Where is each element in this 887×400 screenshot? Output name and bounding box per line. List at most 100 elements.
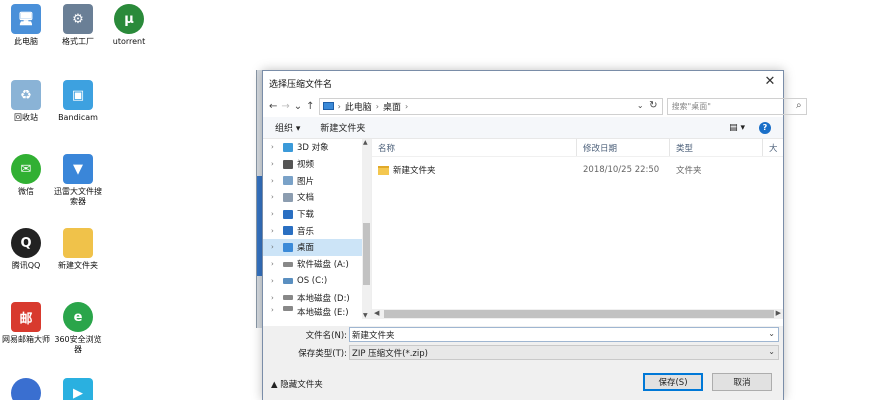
tree-item-label: 本地磁盘 (E:) (297, 307, 349, 316)
film-icon (283, 159, 293, 169)
close-button[interactable]: ✕ (763, 75, 777, 89)
wechat-icon: ✉ (11, 154, 41, 184)
desktop-icon-qq[interactable]: Q 腾讯QQ (0, 228, 52, 271)
tree-item-label: 音乐 (297, 226, 315, 237)
chevron-right-icon[interactable]: › (271, 143, 279, 151)
chevron-right-icon: › (337, 101, 341, 111)
chevron-right-icon[interactable]: › (271, 277, 279, 285)
desktop-icon-wechat[interactable]: ✉ 微信 (0, 154, 52, 197)
filetype-select[interactable]: ZIP 压缩文件(*.zip) ⌄ (349, 345, 779, 360)
drive-icon (283, 295, 293, 301)
column-size[interactable]: 大 (763, 139, 783, 156)
tree-item-music[interactable]: › 音乐 (263, 222, 371, 239)
desktop-icon-bandicam[interactable]: ▣ Bandicam (52, 80, 104, 123)
breadcrumb-this-pc[interactable]: 此电脑 (345, 100, 372, 113)
scroll-up-icon[interactable]: ▲ (363, 139, 368, 146)
chevron-right-icon[interactable]: › (271, 294, 279, 302)
desktop-icon-format-factory[interactable]: ⚙ 格式工厂 (52, 4, 104, 47)
tree-item-drive-a[interactable]: › 软件磁盘 (A:) (263, 256, 371, 273)
up-button[interactable]: ↑ (306, 101, 314, 112)
chevron-right-icon[interactable]: › (271, 227, 279, 235)
folder-icon (63, 228, 93, 258)
chevron-right-icon: › (375, 101, 379, 111)
desktop-icon-label: 新建文件夹 (58, 261, 98, 270)
save-button[interactable]: 保存(S) (643, 373, 703, 391)
desktop-icon-label: utorrent (112, 37, 146, 46)
desktop-icon-new-folder[interactable]: 新建文件夹 (52, 228, 104, 271)
chevron-down-icon[interactable]: ⌄ (637, 101, 644, 110)
breadcrumb-desktop[interactable]: 桌面 (383, 100, 401, 113)
chevron-right-icon[interactable]: › (271, 306, 279, 314)
back-button[interactable]: ← (269, 101, 277, 112)
tree-item-drive-e[interactable]: › 本地磁盘 (E:) (263, 305, 371, 316)
chevron-right-icon[interactable]: › (271, 177, 279, 185)
desktop-icon-label: 迅雷大文件搜索器 (54, 187, 102, 206)
desktop-icon-label: Bandicam (58, 113, 98, 122)
chevron-right-icon[interactable]: › (271, 260, 279, 268)
cancel-button[interactable]: 取消 (712, 373, 772, 391)
dialog-titlebar[interactable]: 选择压缩文件名 ✕ (263, 71, 783, 95)
chevron-right-icon[interactable]: › (271, 193, 279, 201)
desktop-icon-label: 格式工厂 (62, 37, 94, 46)
tree-item-pictures[interactable]: › 图片 (263, 172, 371, 189)
tree-item-desktop[interactable]: › 桌面 (263, 239, 371, 256)
desktop-icon-this-pc[interactable]: 🖥 此电脑 (0, 4, 52, 47)
organize-button[interactable]: 组织 ▾ (275, 121, 300, 134)
file-row[interactable]: 新建文件夹 2018/10/25 22:50 文件夹 (372, 161, 783, 179)
nav-scrollbar[interactable]: ▲ ▼ (362, 139, 371, 319)
save-dialog: 选择压缩文件名 ✕ ← → ⌄ ↑ › 此电脑 › 桌面 › ⌄ ↻ 搜索"桌面… (262, 70, 807, 400)
tree-item-documents[interactable]: › 文档 (263, 189, 371, 206)
chevron-right-icon[interactable]: › (271, 210, 279, 218)
picture-icon (283, 176, 293, 186)
filename-row: 文件名(N): 新建文件夹 ⌄ (263, 327, 779, 342)
video-player-icon: ▶ (63, 378, 93, 400)
chevron-down-icon[interactable]: ⌄ (768, 347, 775, 356)
desktop-icon-netease-mail[interactable]: 邮 网易邮箱大师 (0, 302, 52, 345)
chevron-right-icon[interactable]: › (271, 160, 279, 168)
filename-input[interactable]: 新建文件夹 ⌄ (349, 327, 779, 342)
tree-item-videos[interactable]: › 视频 (263, 156, 371, 173)
desktop-icon-360-browser[interactable]: e 360安全浏览器 (52, 302, 104, 355)
desktop-icon-partial-1[interactable] (0, 378, 52, 400)
recycle-bin-icon: ♻ (11, 80, 41, 110)
help-icon[interactable]: ? (759, 121, 771, 134)
folder-icon (378, 166, 389, 175)
desktop-icon-label: 微信 (18, 187, 34, 196)
forward-button[interactable]: → (281, 101, 289, 112)
chevron-right-icon[interactable]: › (271, 243, 279, 251)
tree-item-label: 视频 (297, 160, 315, 171)
tree-item-label: 桌面 (297, 243, 315, 254)
scroll-down-icon[interactable]: ▼ (363, 312, 368, 319)
hide-folders-toggle[interactable]: ▲ 隐藏文件夹 (271, 378, 323, 390)
view-options-button[interactable]: ▤ ▾ (729, 123, 745, 133)
scroll-left-icon[interactable]: ◀ (374, 309, 379, 317)
desktop-icon-recycle-bin[interactable]: ♻ 回收站 (0, 80, 52, 123)
tree-item-drive-d[interactable]: › 本地磁盘 (D:) (263, 289, 371, 306)
nav-scrollbar-thumb[interactable] (363, 223, 370, 285)
refresh-icon[interactable]: ↻ (649, 100, 657, 111)
new-folder-button[interactable]: 新建文件夹 (320, 121, 365, 134)
tree-item-3d-objects[interactable]: › 3D 对象 (263, 139, 371, 156)
column-modified[interactable]: 修改日期 (577, 139, 670, 156)
music-note-icon (283, 226, 293, 236)
address-bar[interactable]: › 此电脑 › 桌面 › ⌄ ↻ (318, 97, 663, 115)
tree-item-drive-c[interactable]: › OS (C:) (263, 273, 371, 290)
form-area: 文件名(N): 新建文件夹 ⌄ 保存类型(T): ZIP 压缩文件(*.zip)… (263, 326, 783, 400)
desktop-icon-utorrent[interactable]: µ utorrent (103, 4, 155, 47)
horizontal-scrollbar[interactable]: ◀ ▶ (372, 309, 783, 319)
xunlei-icon: ▼ (63, 154, 93, 184)
scroll-right-icon[interactable]: ▶ (776, 309, 781, 317)
file-name-cell: 新建文件夹 (372, 164, 577, 176)
desktop-icon-label: 此电脑 (14, 37, 38, 46)
tree-item-label: 软件磁盘 (A:) (297, 260, 349, 271)
horizontal-scrollbar-thumb[interactable] (384, 310, 774, 318)
column-type[interactable]: 类型 (670, 139, 763, 156)
desktop-icon-xunlei-search[interactable]: ▼ 迅雷大文件搜索器 (52, 154, 104, 207)
bandicam-icon: ▣ (63, 80, 93, 110)
search-input[interactable]: 搜索"桌面" ⌕ (666, 97, 807, 115)
desktop-icon-partial-2[interactable]: ▶ (52, 378, 104, 400)
tree-item-downloads[interactable]: › 下载 (263, 206, 371, 223)
chevron-down-icon[interactable]: ⌄ (768, 329, 775, 338)
recent-locations-button[interactable]: ⌄ (294, 101, 302, 112)
column-name[interactable]: 名称 (372, 139, 577, 156)
